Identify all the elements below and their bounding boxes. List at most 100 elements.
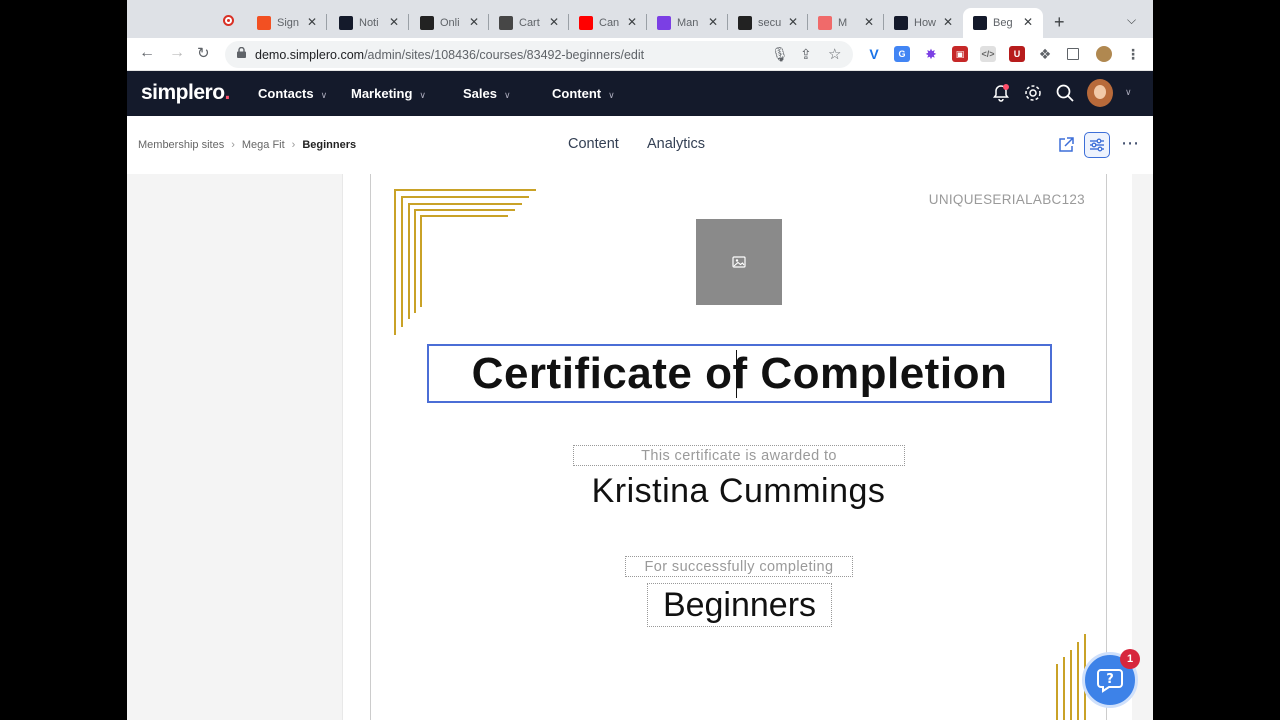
nav-contacts-label: Contacts xyxy=(258,86,314,101)
extensions-puzzle-icon[interactable]: ❖ xyxy=(1037,46,1053,62)
settings-sliders-button[interactable] xyxy=(1084,132,1110,158)
settings-gear-icon[interactable] xyxy=(1023,83,1043,103)
close-tab-icon[interactable]: ✕ xyxy=(788,15,798,29)
close-tab-icon[interactable]: ✕ xyxy=(864,15,874,29)
simplero-logo[interactable]: simplero. xyxy=(141,81,230,105)
close-tab-icon[interactable]: ✕ xyxy=(389,15,399,29)
close-tab-icon[interactable]: ✕ xyxy=(1023,15,1033,29)
tab-search-chevron-icon[interactable]: ⌵ xyxy=(1127,13,1136,28)
vimeo-extension-icon[interactable]: V xyxy=(866,46,882,62)
share-icon[interactable]: ⇪ xyxy=(800,46,812,63)
chevron-right-icon: › xyxy=(231,139,235,151)
tab-separator xyxy=(408,14,409,30)
certificate-title[interactable]: Certificate of Completion xyxy=(472,349,1008,399)
simplero-icon xyxy=(339,16,353,30)
forward-button[interactable]: → xyxy=(169,44,185,62)
browser-tab[interactable]: Noti ✕ xyxy=(329,8,409,38)
nav-marketing[interactable]: Marketing ∨ xyxy=(351,86,426,101)
close-tab-icon[interactable]: ✕ xyxy=(627,15,637,29)
svg-text:?: ? xyxy=(1106,672,1114,687)
tab-title: Sign xyxy=(277,17,300,29)
title-text-box[interactable]: Certificate of Completion xyxy=(427,344,1052,403)
amazon-icon xyxy=(420,16,434,30)
close-tab-icon[interactable]: ✕ xyxy=(469,15,479,29)
external-link-icon[interactable] xyxy=(1056,135,1076,155)
address-bar[interactable]: demo.simplero.com/admin/sites/108436/cou… xyxy=(225,41,853,68)
gold-corner-decoration xyxy=(394,189,536,335)
browser-tab[interactable]: Beg ✕ xyxy=(963,8,1043,38)
logo-image-placeholder[interactable] xyxy=(696,219,782,305)
url-host: demo.simplero.com xyxy=(255,48,365,62)
close-tab-icon[interactable]: ✕ xyxy=(943,15,953,29)
side-panel-icon[interactable] xyxy=(1067,48,1079,60)
breadcrumb-mega-fit[interactable]: Mega Fit xyxy=(242,139,285,151)
browser-tab[interactable]: M ✕ xyxy=(808,8,884,38)
browser-window: Sign ✕ Noti ✕ Onli ✕ Cart ✕ Can ✕ Man ✕ secu ✕ M ✕ How ✕ B… xyxy=(127,0,1153,720)
browser-tab[interactable]: Cart ✕ xyxy=(489,8,569,38)
tab-strip: Sign ✕ Noti ✕ Onli ✕ Cart ✕ Can ✕ Man ✕ secu ✕ M ✕ How ✕ B… xyxy=(127,0,1153,38)
browser-tab[interactable]: Sign ✕ xyxy=(247,8,327,38)
help-question-icon: ? xyxy=(1097,669,1123,693)
back-button[interactable]: ← xyxy=(139,44,155,62)
browser-menu-icon[interactable]: ⋮ xyxy=(1125,46,1141,62)
profile-avatar[interactable] xyxy=(1096,46,1112,62)
asana-icon xyxy=(818,16,832,30)
red-extension-icon[interactable]: ▣ xyxy=(952,46,968,62)
close-tab-icon[interactable]: ✕ xyxy=(307,15,317,29)
code-extension-icon[interactable]: </> xyxy=(980,46,996,62)
breadcrumb: Membership sites › Mega Fit › Beginners xyxy=(138,139,356,151)
course-name-box[interactable]: Beginners xyxy=(647,583,832,627)
tool-icon xyxy=(657,16,671,30)
browser-tab[interactable]: secu ✕ xyxy=(728,8,808,38)
notification-bell-icon[interactable] xyxy=(991,83,1011,103)
awarded-label-box[interactable]: This certificate is awarded to xyxy=(573,445,905,466)
nav-sales[interactable]: Sales ∨ xyxy=(463,86,511,101)
shield-extension-icon[interactable]: U xyxy=(1009,46,1025,62)
tab-analytics[interactable]: Analytics xyxy=(647,136,705,152)
awarded-label: This certificate is awarded to xyxy=(641,447,837,464)
tab-title: Beg xyxy=(993,17,1013,29)
browser-tab[interactable]: Man ✕ xyxy=(647,8,728,38)
tab-title: Can xyxy=(599,17,620,29)
reload-button[interactable]: ↻ xyxy=(197,44,210,62)
completing-label: For successfully completing xyxy=(644,558,834,575)
completing-label-box[interactable]: For successfully completing xyxy=(625,556,853,577)
search-q-icon xyxy=(738,16,752,30)
sliders-icon xyxy=(1090,138,1104,152)
text-caret xyxy=(736,350,737,398)
bookmark-star-icon[interactable]: ☆ xyxy=(828,45,841,63)
simplero-icon xyxy=(894,16,908,30)
translate-extension-icon[interactable]: G xyxy=(894,46,910,62)
nav-marketing-label: Marketing xyxy=(351,86,413,101)
close-tab-icon[interactable]: ✕ xyxy=(708,15,718,29)
search-icon[interactable] xyxy=(1055,83,1075,103)
nav-contacts[interactable]: Contacts ∨ xyxy=(258,86,327,101)
clickup-extension-icon[interactable]: ✸ xyxy=(923,46,939,62)
new-tab-button[interactable]: + xyxy=(1054,12,1065,33)
chevron-down-icon[interactable]: ∨ xyxy=(1125,87,1132,98)
browser-toolbar: ← → ↻ demo.simplero.com/admin/sites/1084… xyxy=(127,38,1153,71)
url-text: demo.simplero.com/admin/sites/108436/cou… xyxy=(255,48,644,62)
user-avatar[interactable] xyxy=(1087,79,1113,107)
browser-tab[interactable]: How ✕ xyxy=(884,8,963,38)
tab-title: Onli xyxy=(440,17,460,29)
breadcrumb-membership-sites[interactable]: Membership sites xyxy=(138,139,224,151)
nav-content[interactable]: Content ∨ xyxy=(552,86,615,101)
browser-tab[interactable]: Can ✕ xyxy=(569,8,647,38)
tab-content[interactable]: Content xyxy=(568,136,619,152)
nav-content-label: Content xyxy=(552,86,602,101)
tab-title: Noti xyxy=(359,17,379,29)
microsoft-icon xyxy=(257,16,271,30)
image-icon xyxy=(732,256,746,268)
certificate-serial[interactable]: UNIQUESERIALABC123 xyxy=(929,192,1085,207)
app-header: simplero. Contacts ∨ Marketing ∨ Sales ∨ Co… xyxy=(127,71,1153,116)
close-tab-icon[interactable]: ✕ xyxy=(549,15,559,29)
wordpress-icon xyxy=(499,16,513,30)
tab-title: How xyxy=(914,17,937,29)
more-options-icon[interactable]: ⋯ xyxy=(1121,133,1140,154)
microphone-icon[interactable]: 🎙︎ xyxy=(771,46,789,63)
awardee-name[interactable]: Kristina Cummings xyxy=(371,472,1106,511)
record-icon[interactable] xyxy=(223,15,234,26)
browser-tab[interactable]: Onli ✕ xyxy=(410,8,489,38)
certificate: UNIQUESERIALABC123 Certificate of Comple… xyxy=(370,174,1107,720)
